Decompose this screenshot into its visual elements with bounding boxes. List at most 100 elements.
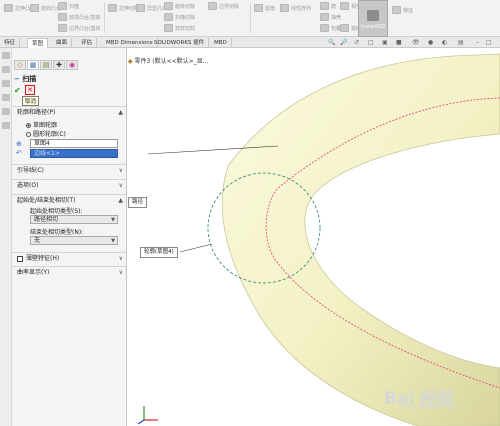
revolve-cut-button[interactable]: 旋转切除 (164, 2, 195, 10)
command-manager-ribbon: 拉伸凸台 旋转凸台 扫描 放样凸台/基体 边界凸台/基体 拉伸切除 异型孔向导 … (0, 0, 500, 37)
feature-manager-tab[interactable]: ◇ (14, 60, 26, 70)
rib-icon (320, 2, 329, 10)
revolve-boss-button[interactable]: 旋转凸台 (30, 4, 61, 12)
tab-mbd[interactable]: MBD (210, 38, 232, 48)
shell-button[interactable]: 抽壳 (320, 13, 341, 21)
restore-icon[interactable]: □ (486, 39, 492, 46)
instant3d-button[interactable]: Instant3D (358, 0, 388, 37)
property-manager-icon: ▦ (29, 61, 37, 69)
profile-path-section[interactable]: 轮廓和路径(P) ▲ (12, 106, 126, 118)
dimxpert-icon[interactable] (2, 108, 10, 115)
display-manager-icon: ◉ (68, 61, 76, 69)
start-tangency-label: 起始处相切类型(S): (30, 208, 83, 215)
zoom-icon[interactable]: 🔍 (328, 39, 335, 46)
wrap-icon (320, 24, 329, 32)
dimxpert-manager-tab[interactable]: ✚ (53, 60, 65, 70)
radio-icon (26, 123, 31, 128)
display-manager-icon[interactable] (2, 122, 10, 129)
display-manager-tab[interactable]: ◉ (66, 60, 78, 70)
expand-icon: ∨ (118, 255, 123, 262)
thin-feature-checkbox[interactable] (17, 255, 23, 262)
graphics-area[interactable]: 路径 轮廓(草图4) (128, 48, 500, 426)
pin-icon[interactable] (2, 52, 10, 59)
end-tangency-select[interactable]: 无 ▼ (30, 236, 118, 245)
profile-selection-box[interactable]: 草图4 (30, 139, 118, 148)
tab-sketch[interactable]: 草图 (27, 38, 49, 48)
previous-view-icon[interactable]: ↺ (354, 39, 359, 46)
view-orientation-icon[interactable]: ▣ (382, 39, 388, 46)
radio-icon (26, 132, 31, 137)
extra-feature-button[interactable]: 特征 (392, 6, 413, 14)
rib-button[interactable]: 筋 (320, 2, 336, 10)
chevron-down-icon: ▼ (111, 217, 115, 223)
collapse-icon: ▲ (118, 109, 123, 116)
boundary-boss-button[interactable]: 边界凸台/基体 (58, 24, 101, 32)
property-icon[interactable] (2, 80, 10, 87)
profile-callout[interactable]: 轮廓(草图4) (140, 247, 178, 258)
feature-tree-icon[interactable] (2, 66, 10, 73)
intersect-icon (340, 2, 349, 10)
extrude-icon (4, 4, 13, 12)
hole-wizard-icon (136, 4, 145, 12)
ok-button[interactable]: ✔ (14, 86, 21, 95)
boundary-icon (58, 24, 67, 32)
profile-leader-line (179, 243, 213, 253)
chevron-down-icon: ▼ (111, 238, 115, 244)
tangency-section[interactable]: 起始处/结束处相切(T) ▲ (12, 194, 126, 206)
loft-button[interactable]: 放样凸台/基体 (58, 13, 101, 21)
extrude-cut-icon (108, 4, 117, 12)
start-tangency-select[interactable]: 路径相切 ▼ (30, 215, 118, 224)
config-icon[interactable] (2, 94, 10, 101)
model-view (137, 53, 500, 426)
minimize-icon[interactable]: – (476, 39, 479, 46)
loft-cut-icon (164, 24, 173, 32)
wrap-button[interactable]: 包覆 (320, 24, 341, 32)
radio-circular-profile[interactable]: 圆形轮廓(C) (26, 129, 66, 138)
tab-surfaces[interactable]: 曲面 (52, 38, 73, 48)
appearance-icon[interactable]: ● (428, 39, 433, 46)
tab-features[interactable]: 特征 (0, 38, 21, 48)
expand-icon: ∨ (118, 167, 123, 174)
sweep-button[interactable]: 扫描 (58, 2, 79, 10)
shell-icon (320, 13, 329, 21)
feature-icon (392, 6, 401, 14)
guide-curves-section[interactable]: 引导线(C) ∨ (12, 164, 126, 176)
profile-selection-value: 草图4 (34, 140, 50, 147)
extrude-cut-button[interactable]: 拉伸切除 (108, 4, 139, 12)
sweep-cut-button[interactable]: 扫描切除 (164, 13, 195, 21)
ok-check-icon: ✔ (14, 86, 21, 95)
section-view-icon[interactable]: □ (368, 39, 374, 46)
view-settings-icon[interactable]: ▤ (458, 39, 464, 46)
path-callout[interactable]: 路径 (128, 197, 148, 208)
end-tangency-label: 结束处相切类型(N): (30, 229, 84, 236)
thin-feature-section[interactable]: 薄壁特征(H) ∨ (12, 252, 126, 264)
feature-tree-flyout[interactable]: ◆ 零件3 (默认<<默认>_显... (128, 56, 208, 65)
feature-manager-icon: ◇ (17, 61, 23, 69)
scene-icon[interactable]: ◐ (442, 39, 447, 46)
tab-evaluate[interactable]: 评估 (77, 38, 98, 48)
radio-sketch-profile[interactable]: 草图轮廓 (26, 120, 57, 129)
fillet-button[interactable]: 圆角 (254, 4, 275, 12)
loft-cut-button[interactable]: 放样切割 (164, 24, 195, 32)
options-section[interactable]: 选项(O) ∨ (12, 179, 126, 191)
zoom-area-icon[interactable]: 🔎 (340, 39, 347, 46)
ribbon-separator (250, 3, 251, 33)
boundary-cut-icon (208, 2, 217, 10)
cancel-button[interactable]: ✕ (25, 85, 35, 95)
sweep-icon (58, 2, 67, 10)
hide-show-icon[interactable]: 👁 (412, 39, 420, 46)
part-icon: ◆ (128, 58, 133, 65)
torus-body[interactable] (221, 53, 500, 426)
path-selection-box[interactable]: 边线<1> (30, 149, 118, 158)
configuration-manager-tab[interactable]: ▤ (40, 60, 52, 70)
revolve-icon (30, 4, 39, 12)
boundary-cut-button[interactable]: 边界切除 (208, 2, 239, 10)
tab-solidworks-addins[interactable]: SOLIDWORKS 插件 (150, 38, 210, 48)
property-manager-tab[interactable]: ▦ (27, 60, 39, 70)
triad-icon (137, 406, 158, 425)
curvature-display-section[interactable]: 曲率显示(Y) ∨ (12, 266, 126, 278)
display-style-icon[interactable]: ■ (396, 39, 402, 46)
linear-pattern-button[interactable]: 线性阵列 (280, 4, 311, 12)
ribbon-separator (104, 3, 105, 33)
mirror-icon (340, 24, 349, 32)
